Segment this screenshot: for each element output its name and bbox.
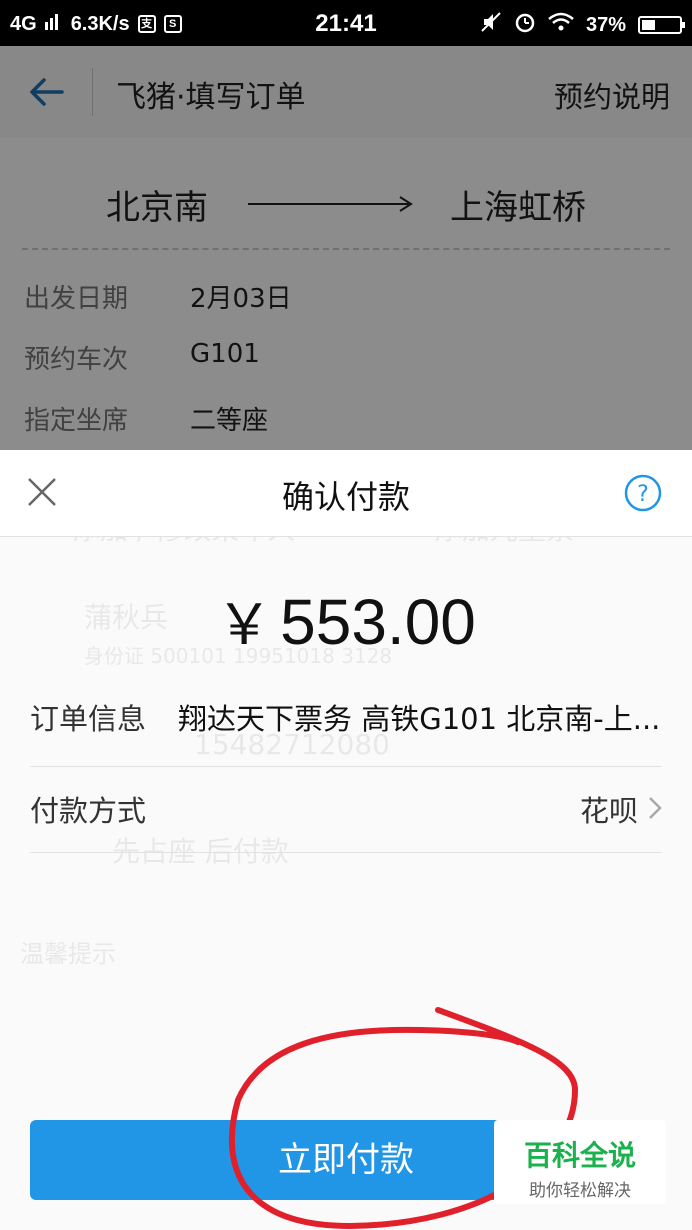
payment-method-label: 付款方式 [30,794,147,828]
payment-sheet: 添加 / 修改乘车人 添加儿童票 蒲秋兵 身份证 500101 19951018… [0,450,692,1230]
order-info-row[interactable]: 订单信息 翔达天下票务 高铁G101 北京南-上... [30,674,662,760]
amount-value: 553.00 [280,586,476,658]
battery-percent: 37% [585,13,626,36]
payment-method-value: 花呗 [579,794,638,828]
order-info-value: 翔达天下票务 高铁G101 北京南-上... [178,702,661,736]
help-icon[interactable]: ? [624,474,662,512]
status-bar: 4G 6.3K/s 支 S 21:41 37% [0,0,692,46]
row-divider [30,852,662,853]
payment-amount: ￥ 553.00 [0,580,692,661]
order-info-label: 订单信息 [30,702,147,736]
mute-icon [480,11,502,39]
battery-icon [638,16,685,34]
svg-text:?: ? [637,482,649,507]
sheet-title: 确认付款 [281,478,410,516]
alarm-icon [514,11,536,39]
ghost-tips-title: 温馨提示 [20,940,116,968]
status-right: 37% [480,11,685,39]
currency-symbol: ￥ [216,593,273,656]
wifi-icon [548,12,574,38]
watermark-title: 百科全说 [523,1139,636,1172]
sheet-header: 确认付款 ? [0,450,692,537]
watermark-logo: 百科全说 助你轻松解决 [494,1120,666,1204]
chevron-right-icon [649,797,662,819]
payment-method-row[interactable]: 付款方式 花呗 [30,766,662,852]
watermark-subtitle: 助你轻松解决 [529,1181,631,1201]
